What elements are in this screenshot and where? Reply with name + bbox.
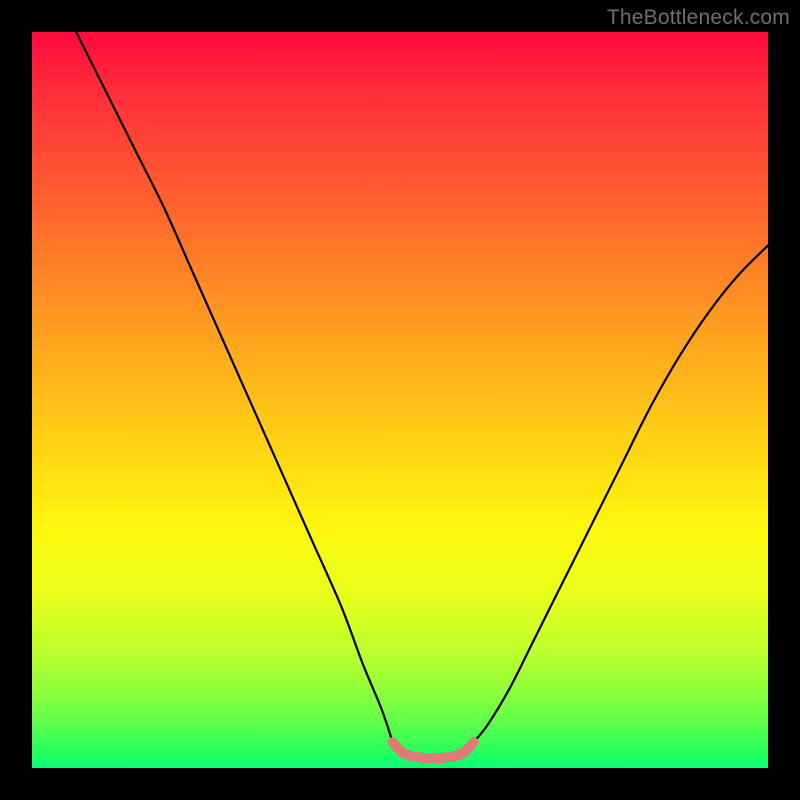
right-curve-path: [474, 245, 768, 742]
chart-svg: [32, 32, 768, 768]
chart-canvas: TheBottleneck.com: [0, 0, 800, 800]
watermark-text: TheBottleneck.com: [607, 6, 790, 30]
plot-area: [32, 32, 768, 768]
left-curve-path: [76, 32, 392, 742]
valley-band-path: [393, 742, 474, 758]
